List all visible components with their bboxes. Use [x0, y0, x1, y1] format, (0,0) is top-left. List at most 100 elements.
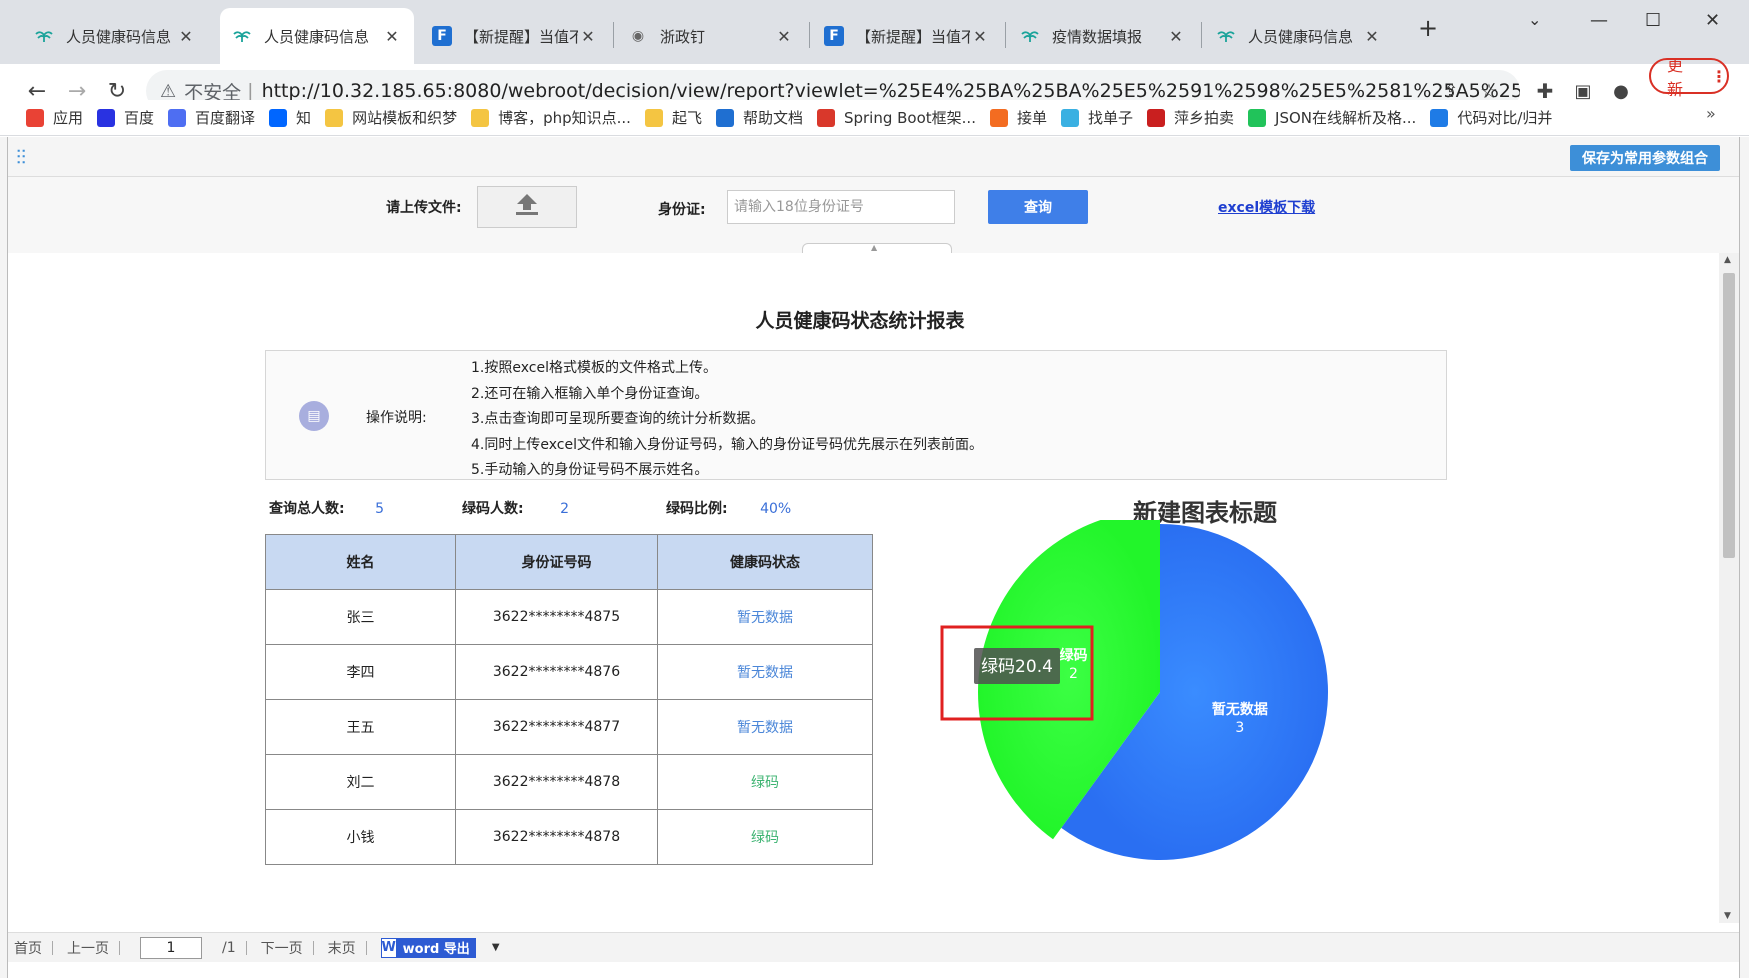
- stat-ratio: 绿码比例: 40%: [666, 498, 791, 518]
- column-header: 姓名: [265, 534, 456, 590]
- fanruan-icon: F: [824, 26, 844, 46]
- browser-tab[interactable]: F 【新提醒】当值不 ✕: [812, 8, 1002, 64]
- stat-total: 查询总人数: 5: [269, 498, 384, 518]
- close-icon[interactable]: ✕: [382, 27, 402, 46]
- url-text: http://10.32.185.65:8080/webroot/decisio…: [261, 80, 1520, 102]
- right-frame: [1739, 137, 1749, 978]
- slice-value: 3: [1235, 720, 1244, 736]
- csdn-icon: [816, 108, 835, 127]
- apps-grid-icon: [26, 108, 44, 127]
- bookmark-label: 百度翻译: [195, 109, 256, 127]
- minimize-button[interactable]: —: [1590, 10, 1608, 31]
- cell-name: 张三: [265, 589, 456, 645]
- bookmark-item[interactable]: 帮助文档: [715, 107, 803, 128]
- instruction-line: 1.按照excel格式模板的文件格式上传。: [471, 360, 717, 376]
- scrollbar-thumb[interactable]: [1723, 273, 1735, 558]
- tab-title: 人员健康码信息: [264, 27, 370, 46]
- page-number-input[interactable]: 1: [140, 936, 202, 959]
- leaf-icon: [1020, 26, 1040, 46]
- bookmark-label: 应用: [53, 109, 84, 127]
- health-code-table: 姓名 身份证号码 健康码状态 张三 3622********4875 暂无数据 李四 3…: [265, 534, 873, 865]
- table-header-row: 姓名 身份证号码 健康码状态: [265, 534, 873, 590]
- browser-tab[interactable]: 疫情数据填报 ✕: [1008, 8, 1198, 64]
- bookmark-label: 起飞: [671, 109, 702, 127]
- parameter-panel: 请上传文件: 身份证: 查询 excel模板下载 ▲: [8, 177, 1739, 253]
- bookmark-label: 知: [296, 109, 312, 127]
- bookmark-item[interactable]: 应用: [26, 107, 83, 128]
- close-icon[interactable]: ✕: [970, 27, 990, 46]
- browser-tab[interactable]: 人员健康码信息 ✕: [1204, 8, 1394, 64]
- bookmark-item[interactable]: 百度: [97, 107, 154, 128]
- table-row: 李四 3622********4876 暂无数据: [265, 644, 873, 700]
- new-tab-button[interactable]: +: [1418, 14, 1438, 42]
- word-export-button[interactable]: W word 导出: [380, 937, 476, 958]
- bookmark-item[interactable]: JSON在线解析及格...: [1248, 107, 1416, 128]
- excel-template-download-link[interactable]: excel模板下载: [1218, 197, 1315, 217]
- fanruan-icon: [715, 108, 734, 127]
- report-title: 人员健康码状态统计报表: [755, 310, 965, 332]
- instructions-label: 操作说明:: [366, 410, 427, 426]
- query-button[interactable]: 查询: [988, 190, 1088, 224]
- warning-icon: ⚠: [160, 80, 177, 102]
- browser-tab[interactable]: 人员健康码信息 ✕: [22, 8, 208, 64]
- json-icon: [1248, 108, 1267, 127]
- tab-title: 【新提醒】当值不: [856, 27, 970, 46]
- bookmark-item[interactable]: 知: [269, 107, 311, 128]
- chevron-down-icon[interactable]: ⌄: [1528, 10, 1541, 29]
- close-icon[interactable]: ✕: [1362, 27, 1382, 46]
- bookmark-item[interactable]: 博客，php知识点...: [471, 107, 631, 128]
- prev-page-button[interactable]: 上一页: [67, 938, 109, 958]
- last-page-button[interactable]: 末页: [328, 938, 356, 958]
- update-button[interactable]: 更新 ⋮: [1649, 56, 1729, 99]
- cell-name: 李四: [265, 644, 456, 700]
- instruction-line: 5.手动输入的身份证号码不展示姓名。: [471, 462, 709, 479]
- compare-icon: [1430, 108, 1449, 127]
- browser-tab-active[interactable]: 人员健康码信息 ✕: [220, 8, 414, 64]
- bookmark-item[interactable]: 接单: [989, 107, 1047, 128]
- bookmark-label: 接单: [1016, 109, 1047, 127]
- instruction-line: 2.还可在输入框输入单个身份证查询。: [471, 385, 709, 402]
- upload-label: 请上传文件:: [386, 200, 462, 216]
- browser-tab[interactable]: F 【新提醒】当值不 ✕: [420, 8, 610, 64]
- document-icon: ▤: [299, 401, 329, 431]
- browser-tab[interactable]: ◉ 浙政钉 ✕: [616, 8, 806, 64]
- collapse-panel-handle[interactable]: ▲: [802, 243, 952, 253]
- bookmark-item[interactable]: 起飞: [644, 107, 702, 128]
- close-icon[interactable]: ✕: [774, 27, 794, 46]
- folder-icon: [325, 108, 344, 127]
- bookmark-item[interactable]: 找单子: [1061, 107, 1133, 128]
- close-window-button[interactable]: ✕: [1705, 10, 1720, 31]
- save-params-button[interactable]: 保存为常用参数组合: [1570, 145, 1720, 171]
- close-icon[interactable]: ✕: [578, 27, 598, 46]
- cell-status: 绿码: [657, 809, 873, 865]
- bookmark-item[interactable]: 代码对比/归并: [1430, 107, 1552, 128]
- table-row: 王五 3622********4877 暂无数据: [265, 699, 873, 755]
- cell-status: 暂无数据: [657, 644, 873, 700]
- bookmark-item[interactable]: 萍乡拍卖: [1147, 107, 1234, 128]
- bookmark-item[interactable]: 网站模板和织梦: [325, 107, 457, 128]
- id-label: 身份证:: [658, 202, 706, 218]
- id-input[interactable]: [727, 190, 955, 224]
- bookmark-label: JSON在线解析及格...: [1275, 109, 1417, 127]
- bookmark-item[interactable]: Spring Boot框架...: [816, 107, 976, 128]
- params-settings-icon[interactable]: ⫶⫶: [16, 145, 26, 169]
- upload-icon: [513, 192, 541, 222]
- close-icon[interactable]: ✕: [176, 27, 196, 46]
- vertical-scrollbar[interactable]: ▲ ▼: [1719, 253, 1739, 923]
- next-page-button[interactable]: 下一页: [261, 938, 303, 958]
- stat-green-value: 2: [560, 501, 569, 517]
- stat-green-label: 绿码人数:: [462, 501, 524, 517]
- caret-down-icon[interactable]: ▼: [492, 942, 500, 953]
- first-page-button[interactable]: 首页: [14, 938, 42, 958]
- pie-chart: 暂无数据 3 绿码 2 绿码20.4: [940, 520, 1328, 860]
- instruction-line: 4.同时上传excel文件和输入身份证号码，输入的身份证号码优先展示在列表前面。: [471, 436, 983, 453]
- bookmark-label: 找单子: [1088, 109, 1134, 127]
- upload-button[interactable]: [477, 186, 577, 228]
- zhihu-icon: [269, 108, 288, 127]
- bookmark-item[interactable]: 百度翻译: [168, 107, 255, 128]
- bookmark-label: Spring Boot框架...: [843, 109, 976, 127]
- close-icon[interactable]: ✕: [1166, 27, 1186, 46]
- gavel-icon: [1147, 108, 1166, 127]
- more-bookmarks-icon[interactable]: »: [1706, 104, 1716, 123]
- maximize-button[interactable]: ☐: [1645, 10, 1661, 31]
